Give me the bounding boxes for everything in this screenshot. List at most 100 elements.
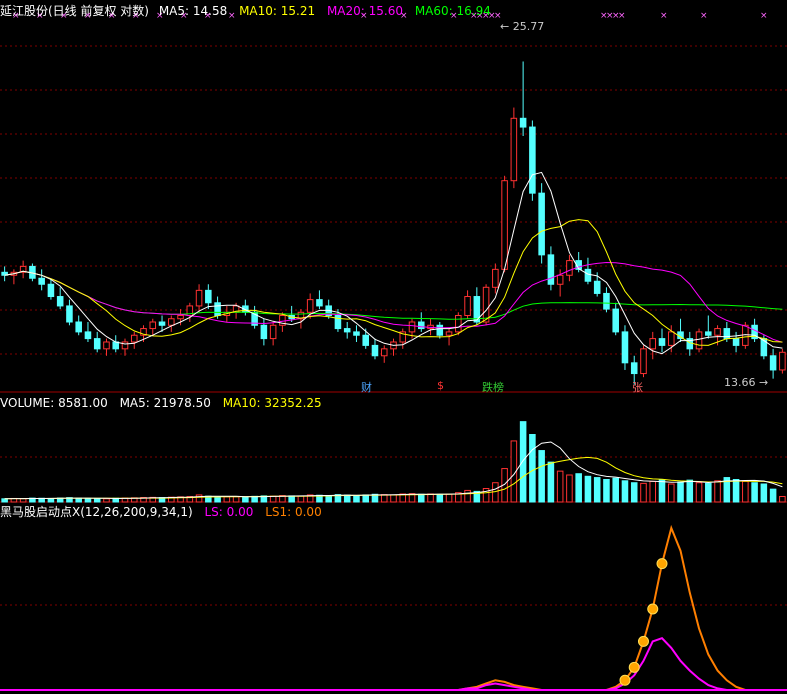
volume-bar — [760, 483, 768, 503]
ls-legend: LS: 0.00 — [204, 505, 254, 519]
volume-bar — [417, 493, 425, 503]
volume-bar — [686, 479, 694, 503]
candle-body — [658, 338, 666, 346]
candle-body — [177, 315, 184, 320]
candle-body — [214, 302, 221, 317]
candle-body — [205, 289, 212, 304]
volume-bar — [705, 482, 712, 503]
indicator-panel-legend: 黑马股启动点X(12,26,200,9,34,1) LS: 0.00 LS1: … — [0, 505, 330, 519]
candle-body — [445, 331, 453, 336]
volume-bar — [325, 495, 332, 503]
volume-ma10-line — [4, 456, 783, 500]
candle-body — [464, 296, 471, 317]
candle-body — [779, 351, 786, 371]
candle-body — [556, 274, 564, 285]
volume-bar — [84, 497, 92, 503]
price-panel-legend: 延江股份(日线 前复权 对数) MA5: 14.58 MA10: 15.21 M… — [0, 4, 499, 18]
volume-bar — [242, 496, 249, 503]
volume-bar — [288, 495, 295, 503]
volume-bar — [343, 494, 351, 503]
candle-body — [130, 334, 138, 343]
candle-body — [306, 299, 314, 313]
volume-bar — [362, 494, 370, 503]
ma10-line — [4, 219, 783, 346]
candle-body — [168, 318, 175, 326]
candle-body — [593, 280, 601, 294]
candle-body — [380, 348, 388, 357]
volume-bar — [556, 470, 564, 503]
volume-bar — [353, 494, 360, 503]
signal-dot — [628, 661, 640, 673]
indicator-name-legend: 黑马股启动点X(12,26,200,9,34,1) — [0, 505, 193, 519]
volume-bar — [195, 494, 203, 503]
candle-body — [353, 331, 360, 336]
ma5-legend: MA5: 14.58 — [158, 4, 228, 18]
signal-dot — [619, 674, 631, 686]
event-marker-drop-list[interactable]: 跌榜 — [482, 379, 504, 395]
volume-bar — [19, 498, 27, 503]
ma10-legend: MA10: 15.21 — [239, 4, 316, 18]
candle-body — [260, 324, 268, 340]
candle-body — [334, 315, 342, 330]
volume-bar — [667, 483, 675, 503]
volume-bar — [593, 477, 601, 503]
candle-body — [566, 260, 573, 276]
ma60-legend: MA60: 16.94 — [414, 4, 491, 18]
candle-body — [714, 328, 721, 336]
signal-cross-mark: × — [700, 11, 708, 21]
volume-value-legend: VOLUME: 8581.00 — [0, 396, 108, 410]
volume-bar — [575, 473, 582, 503]
candle-body — [269, 324, 277, 340]
event-marker-dollar[interactable]: $ — [437, 379, 444, 392]
volume-bar — [621, 480, 629, 503]
stock-chart[interactable]: × × × × × × × × × × × × × ××××× ×××× × × × — [0, 0, 787, 694]
candle-body — [501, 180, 508, 270]
volume-bar — [93, 498, 101, 503]
candle-body — [408, 321, 416, 333]
volume-bar — [769, 488, 777, 503]
candle-body — [640, 348, 647, 375]
volume-ma5-line — [4, 441, 783, 500]
candle-body — [630, 362, 638, 375]
candle-body — [371, 344, 379, 357]
volume-bar — [695, 482, 703, 503]
volume-bar — [640, 482, 647, 503]
low-price-marker: 13.66 → — [724, 376, 769, 389]
stock-title: 延江股份(日线 前复权 对数) — [0, 4, 149, 18]
candle-body — [529, 126, 536, 194]
candle-body — [47, 283, 55, 298]
volume-bar — [436, 493, 444, 503]
ls-line — [4, 637, 783, 691]
volume-bar — [232, 496, 240, 503]
volume-bar — [538, 450, 545, 503]
candle-body — [316, 299, 323, 307]
volume-bar — [612, 477, 619, 503]
volume-bar — [677, 481, 684, 503]
candle-body — [195, 289, 203, 307]
ma20-legend: MA20: 15.60 — [326, 4, 403, 18]
volume-bar — [103, 498, 110, 503]
candle-body — [436, 324, 444, 336]
candle-body — [158, 321, 166, 326]
volume-bar — [269, 495, 277, 503]
volume-bar — [297, 495, 305, 503]
candle-body — [455, 315, 462, 333]
candle-body — [667, 331, 675, 346]
candle-body — [705, 331, 712, 336]
volume-panel-legend: VOLUME: 8581.00 MA5: 21978.50 MA10: 3235… — [0, 396, 330, 410]
candle-body — [510, 117, 518, 182]
event-marker-rise[interactable]: 张 — [632, 379, 643, 395]
candle-body — [93, 338, 101, 350]
signal-cross-mark: × — [618, 11, 626, 21]
candle-body — [760, 338, 768, 357]
candle-body — [732, 338, 740, 346]
high-price-marker: ← 25.77 — [500, 20, 545, 33]
volume-bar — [492, 482, 499, 503]
volume-bar — [742, 480, 749, 503]
volume-bar — [584, 475, 592, 503]
candle-body — [66, 305, 73, 323]
candle-body — [75, 321, 82, 333]
candle-body — [103, 341, 110, 350]
low-price-value: 13.66 — [724, 376, 756, 389]
event-marker-finance[interactable]: 财 — [361, 379, 372, 395]
